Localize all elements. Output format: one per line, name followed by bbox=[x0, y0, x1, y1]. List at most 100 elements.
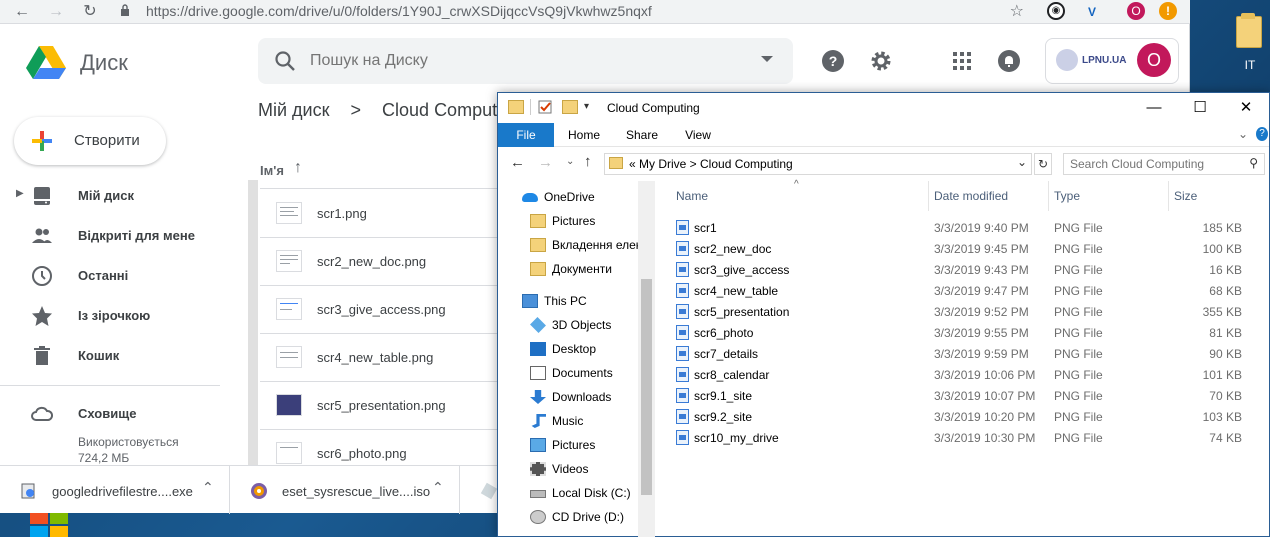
profile-avatar[interactable]: O bbox=[1127, 2, 1145, 20]
file-name: scr6_photo.png bbox=[317, 446, 407, 461]
download-item[interactable]: googledrivefilestre....exe ⌃ bbox=[0, 466, 230, 514]
file-row[interactable]: scr9.1_site 3/3/2019 10:07 PM PNG File 70 K… bbox=[672, 385, 1252, 406]
university-seal-icon bbox=[1056, 49, 1078, 72]
column-date-modified[interactable]: Date modified bbox=[934, 181, 1008, 211]
folder-icon bbox=[609, 157, 623, 169]
file-row[interactable]: scr2_new_doc 3/3/2019 9:45 PM PNG File 100 … bbox=[672, 238, 1252, 259]
nav-scrollbar-thumb[interactable] bbox=[641, 279, 652, 495]
file-row[interactable]: scr2_new_doc.png bbox=[260, 238, 500, 286]
drive-search-input[interactable] bbox=[310, 50, 730, 72]
installer-file-icon bbox=[21, 483, 35, 499]
file-row[interactable]: scr1.png bbox=[260, 190, 500, 238]
column-size[interactable]: Size bbox=[1174, 181, 1197, 211]
nav-item-label: Videos bbox=[552, 462, 589, 476]
back-arrow-icon[interactable]: ← bbox=[12, 2, 32, 22]
name-column-header[interactable]: Ім'я ↑ bbox=[260, 155, 500, 189]
file-row[interactable]: scr1 3/3/2019 9:40 PM PNG File 185 KB bbox=[672, 217, 1252, 238]
download-item[interactable]: eset_sysrescue_live....iso ⌃ bbox=[230, 466, 460, 514]
file-name: scr10_my_drive bbox=[694, 431, 779, 445]
sidebar-item-trash[interactable]: Кошик bbox=[0, 340, 220, 372]
file-row[interactable]: scr6_photo 3/3/2019 9:55 PM PNG File 81 KB bbox=[672, 322, 1252, 343]
help-icon[interactable]: ? bbox=[1256, 127, 1268, 141]
recent-locations-icon[interactable]: ⌄ bbox=[566, 156, 574, 167]
breadcrumb-my-drive[interactable]: Мій диск bbox=[258, 100, 329, 120]
file-row[interactable]: scr4_new_table 3/3/2019 9:47 PM PNG File 68… bbox=[672, 280, 1252, 301]
organization-logo: LPNU.UA bbox=[1056, 47, 1128, 75]
settings-gear-icon[interactable] bbox=[869, 49, 893, 73]
file-row[interactable]: scr3_give_access 3/3/2019 9:43 PM PNG File… bbox=[672, 259, 1252, 280]
nav-item-label: 3D Objects bbox=[552, 318, 612, 332]
sidebar-item-starred[interactable]: Із зірочкою bbox=[0, 300, 220, 332]
file-date-modified: 3/3/2019 10:07 PM bbox=[934, 389, 1036, 403]
image-thumbnail-icon bbox=[276, 346, 302, 368]
file-name: scr8_calendar bbox=[694, 368, 770, 382]
sidebar-item-label: Сховище bbox=[78, 406, 137, 421]
png-file-icon bbox=[676, 283, 689, 298]
column-name[interactable]: Name bbox=[676, 181, 708, 211]
drive-search-box[interactable] bbox=[258, 38, 793, 84]
sidebar-item-shared[interactable]: Відкриті для мене bbox=[0, 220, 220, 252]
address-bar[interactable]: https://drive.google.com/drive/u/0/folde… bbox=[112, 0, 1032, 22]
new-button[interactable]: Створити bbox=[14, 117, 166, 165]
sidebar-item-storage[interactable]: Сховище bbox=[0, 398, 220, 430]
breadcrumb-separator: > bbox=[350, 100, 362, 120]
sidebar-item-recent[interactable]: Останні bbox=[0, 260, 220, 292]
desktop-folder-it[interactable]: IT bbox=[1230, 10, 1270, 74]
file-row[interactable]: scr5_presentation.png bbox=[260, 382, 500, 430]
file-name: scr4_new_table.png bbox=[317, 350, 434, 365]
minimize-icon[interactable]: — bbox=[1131, 93, 1177, 123]
back-arrow-icon[interactable]: ← bbox=[510, 154, 525, 171]
explorer-search-box[interactable]: ⚲ bbox=[1063, 153, 1265, 175]
people-icon bbox=[32, 228, 52, 243]
scrollbar[interactable] bbox=[248, 180, 258, 465]
chevron-down-icon[interactable]: ⌄ bbox=[1017, 155, 1027, 169]
tab-view[interactable]: View bbox=[674, 123, 722, 147]
browser-toolbar: ← → ↻ https://drive.google.com/drive/u/0… bbox=[0, 0, 1190, 24]
chevron-up-icon[interactable]: ⌃ bbox=[432, 479, 444, 496]
folder-icon bbox=[1236, 13, 1262, 48]
chevron-up-icon[interactable]: ⌃ bbox=[202, 479, 214, 496]
bookmark-star-icon[interactable]: ☆ bbox=[1010, 1, 1024, 21]
search-options-dropdown-icon[interactable] bbox=[761, 56, 773, 62]
properties-icon[interactable] bbox=[538, 100, 554, 114]
file-row[interactable]: scr8_calendar 3/3/2019 10:06 PM PNG File 10… bbox=[672, 364, 1252, 385]
reload-icon[interactable]: ↻ bbox=[80, 2, 100, 22]
explorer-address-bar[interactable]: « My Drive > Cloud Computing ⌄ bbox=[604, 153, 1032, 175]
file-row[interactable]: scr10_my_drive 3/3/2019 10:30 PM PNG File 7… bbox=[672, 427, 1252, 448]
up-arrow-icon[interactable]: ↑ bbox=[584, 153, 592, 170]
explorer-search-input[interactable] bbox=[1070, 157, 1240, 171]
file-type: PNG File bbox=[1054, 410, 1103, 424]
tab-share[interactable]: Share bbox=[616, 123, 668, 147]
quick-access-dropdown-icon[interactable]: ▾ bbox=[584, 101, 589, 112]
file-row[interactable]: scr5_presentation 3/3/2019 9:52 PM PNG Fil… bbox=[672, 301, 1252, 322]
account-avatar[interactable]: O bbox=[1137, 43, 1171, 77]
help-icon[interactable]: ? bbox=[821, 49, 845, 73]
notifications-bell-icon[interactable] bbox=[997, 49, 1021, 73]
tab-home[interactable]: Home bbox=[558, 123, 610, 147]
refresh-icon[interactable]: ↻ bbox=[1034, 153, 1052, 175]
file-row[interactable]: scr3_give_access.png bbox=[260, 286, 500, 334]
forward-arrow-icon[interactable]: → bbox=[46, 2, 66, 22]
close-icon[interactable]: ✕ bbox=[1223, 93, 1269, 123]
update-alert-icon[interactable]: ! bbox=[1159, 2, 1177, 20]
explorer-title-bar[interactable]: ▾ Cloud Computing — ☐ ✕ bbox=[498, 93, 1269, 123]
extension-icon[interactable]: ◉ bbox=[1047, 2, 1065, 20]
download-item[interactable] bbox=[460, 466, 500, 514]
file-type: PNG File bbox=[1054, 284, 1103, 298]
expand-arrow-icon[interactable]: ▶ bbox=[16, 188, 24, 199]
vpn-extension-icon[interactable]: V bbox=[1082, 2, 1102, 22]
file-row[interactable]: scr9.2_site 3/3/2019 10:20 PM PNG File 103 … bbox=[672, 406, 1252, 427]
file-row[interactable]: scr4_new_table.png bbox=[260, 334, 500, 382]
windows-start-icon[interactable] bbox=[30, 513, 70, 537]
new-folder-icon[interactable] bbox=[562, 100, 578, 114]
sidebar-item-my-drive[interactable]: ▶ Мій диск bbox=[0, 180, 220, 212]
file-row[interactable]: scr7_details 3/3/2019 9:59 PM PNG File 90 K… bbox=[672, 343, 1252, 364]
ribbon-expand-icon[interactable]: ⌄ bbox=[1238, 127, 1248, 141]
sort-arrow-up-icon[interactable]: ↑ bbox=[294, 159, 302, 177]
column-type[interactable]: Type bbox=[1054, 181, 1080, 211]
google-drive-logo-icon[interactable] bbox=[26, 44, 66, 80]
tab-file[interactable]: File bbox=[498, 123, 554, 147]
apps-grid-icon[interactable] bbox=[950, 49, 974, 73]
forward-arrow-icon[interactable]: → bbox=[538, 154, 553, 171]
maximize-icon[interactable]: ☐ bbox=[1177, 93, 1223, 123]
